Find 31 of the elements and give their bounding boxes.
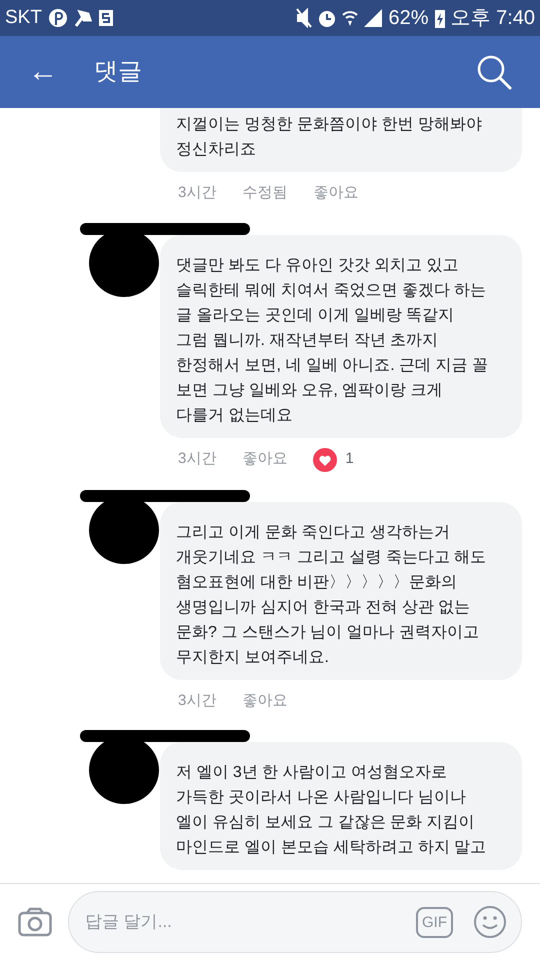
timestamp: 3시간 bbox=[178, 690, 216, 710]
clock: 오후 7:40 bbox=[450, 6, 535, 31]
page-title: 댓글 bbox=[94, 57, 142, 87]
like-button[interactable]: 좋아요 bbox=[242, 690, 288, 712]
gif-button[interactable]: GIF bbox=[416, 906, 453, 938]
wifi-icon bbox=[342, 10, 358, 26]
timestamp: 3시간 bbox=[178, 449, 216, 470]
carrier-name: SKT bbox=[5, 6, 42, 30]
edited-label: 수정됨 bbox=[242, 183, 288, 203]
timestamp: 3시간 bbox=[178, 183, 216, 203]
alarm-icon bbox=[318, 9, 336, 27]
s-note-icon bbox=[98, 9, 114, 27]
heart-reaction-icon bbox=[313, 448, 338, 472]
comment-text: 댓글만 봐도 다 유아인 갓갓 외치고 있고 슬릭한테 뭐에 치여서 죽었으면 좋겠다 하는 글 올라오는 곳인데 이게 일베랑 똑같지 그럼 뭡니까. 재작년부터 작년 초까지 한정해서 보면, 네 일베 아니죠. 근데 지금 꼴 보면 그냥 일베와 오유, 엠팍이랑 크게 다를거 없는데요 bbox=[176, 256, 490, 426]
like-button[interactable]: 좋아요 bbox=[313, 182, 358, 204]
camera-icon[interactable] bbox=[18, 907, 52, 937]
signal-icon bbox=[364, 9, 382, 27]
comment-text: 그리고 이게 문화 죽인다고 생각하는거 개웃기네요 ㅋㅋ 그리고 설령 죽는다고 해도 혐오표현에 대한 비판〉〉〉〉〉문화의 생명입니까 심지어 한국과 전혀 상관 없는 문화? 그 스탠스가 님이 얼마나 권력자이고 무지한지 보여주네요. bbox=[176, 522, 488, 668]
comment-text: 저 엘이 3년 한 사람이고 여성혐오자로 가득한 곳이라서 나온 사람입니다 님이나 엘이 유심히 보세요 그 같잖은 문화 지킴이 마인드로 엘이 본모습 세탁하려고 하지 말고 bbox=[176, 763, 488, 858]
search-icon[interactable] bbox=[476, 54, 512, 90]
battery-charging-icon bbox=[434, 8, 445, 28]
reply-field[interactable]: 답글 달기... GIF bbox=[68, 891, 522, 953]
pin-circle-icon bbox=[48, 8, 68, 28]
pin-icon bbox=[74, 8, 92, 28]
reaction-count: 1 bbox=[345, 449, 354, 470]
smiley-icon[interactable] bbox=[473, 905, 507, 939]
back-button[interactable]: ← bbox=[28, 57, 58, 87]
comment-text: 지껄이는 멍청한 문화쯤이야 한번 망해봐야 정신차리죠 bbox=[176, 115, 483, 160]
like-button[interactable]: 좋아요 bbox=[242, 448, 288, 471]
mute-icon bbox=[296, 8, 312, 28]
battery-percent: 62% bbox=[388, 6, 429, 31]
